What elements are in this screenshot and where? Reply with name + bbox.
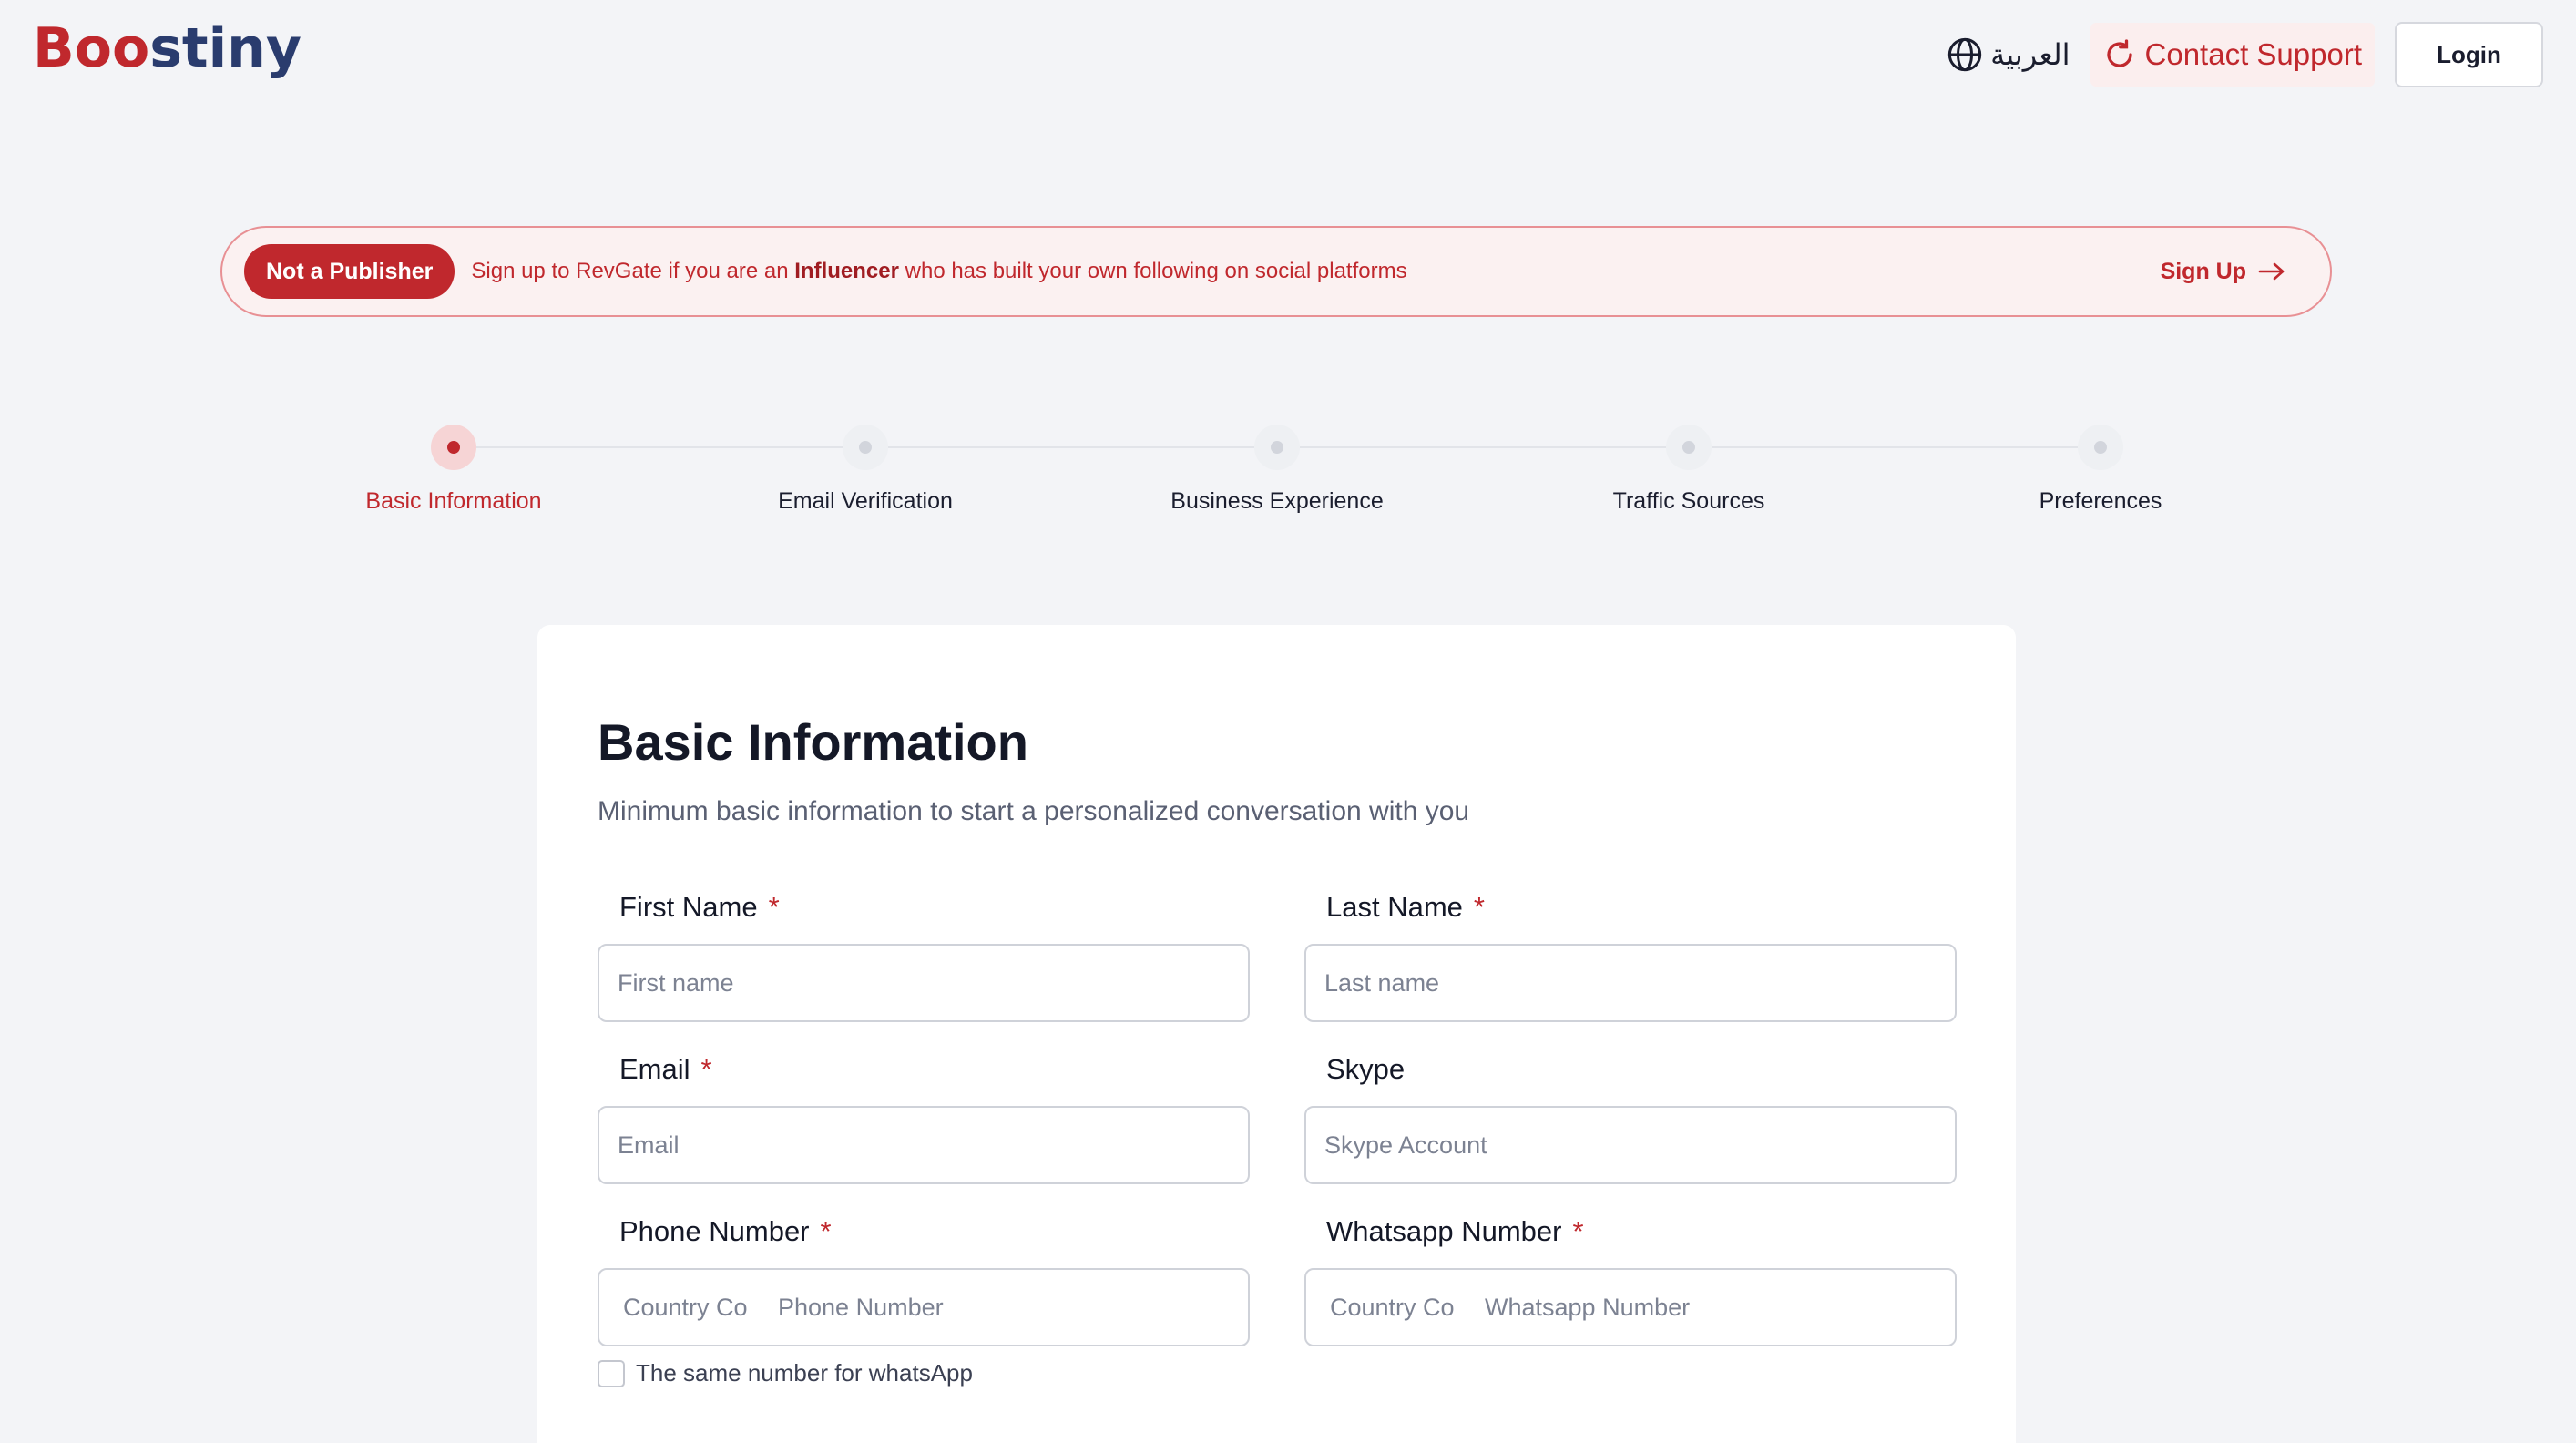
step-traffic-sources[interactable]: Traffic Sources (1552, 425, 1825, 515)
logo-mark: B (33, 16, 75, 80)
step-label: Preferences (2039, 488, 2162, 514)
banner-text-suffix: who has built your own following on soci… (898, 259, 1407, 283)
first-name-field: First Name * First name (598, 889, 1250, 1022)
step-dot (859, 441, 872, 454)
input-placeholder: First name (618, 968, 734, 997)
skype-input[interactable]: Skype Account (1304, 1106, 1957, 1184)
country-code-select[interactable]: Country Co (1324, 1294, 1485, 1322)
sign-up-link[interactable]: Sign Up (2161, 259, 2286, 285)
banner-message: Sign up to RevGate if you are an Influen… (471, 259, 2160, 284)
required-mark: * (700, 1053, 712, 1085)
whatsapp-number-input[interactable]: Country Co Whatsapp Number (1304, 1268, 1957, 1346)
field-label-text: Whatsapp Number (1326, 1215, 1562, 1247)
field-label-text: Email (619, 1053, 690, 1085)
phone-number-field: Phone Number * Country Co Phone Number (598, 1213, 1250, 1346)
email-field: Email * Email (598, 1051, 1250, 1184)
whatsapp-number-label: Whatsapp Number * (1326, 1213, 1957, 1250)
same-number-option[interactable]: The same number for whatsApp (598, 1359, 973, 1387)
input-placeholder: Email (618, 1131, 680, 1159)
input-placeholder: Phone Number (778, 1293, 944, 1321)
step-label: Email Verification (778, 488, 953, 514)
skype-field: Skype Skype Account (1304, 1051, 1957, 1184)
not-a-publisher-badge: Not a Publisher (244, 244, 455, 299)
step-label: Basic Information (365, 488, 542, 514)
required-mark: * (820, 1215, 832, 1247)
step-dot (2094, 441, 2107, 454)
input-placeholder: Skype Account (1324, 1131, 1487, 1159)
progress-stepper: Basic Information Email Verification Bus… (0, 425, 2576, 525)
logo-mark: oo (74, 16, 150, 80)
language-switcher[interactable]: العربية (1947, 36, 2070, 73)
last-name-field: Last Name * Last name (1304, 889, 1957, 1022)
step-dot (447, 441, 460, 454)
banner-text-bold: Influencer (794, 259, 899, 283)
step-indicator (1666, 425, 1712, 470)
input-placeholder: Last name (1324, 968, 1440, 997)
step-business-experience[interactable]: Business Experience (1140, 425, 1414, 515)
email-label: Email * (619, 1051, 1250, 1088)
step-indicator (843, 425, 888, 470)
step-label: Business Experience (1170, 488, 1384, 514)
language-label: العربية (1990, 38, 2070, 71)
field-label-text: Last Name (1326, 891, 1463, 923)
banner-text-prefix: Sign up to RevGate if you are an (471, 259, 795, 283)
phone-number-input[interactable]: Country Co Phone Number (598, 1268, 1250, 1346)
required-mark: * (1572, 1215, 1584, 1247)
form-title: Basic Information (598, 713, 1028, 771)
last-name-label: Last Name * (1326, 889, 1957, 926)
required-mark: * (768, 891, 780, 923)
login-button[interactable]: Login (2395, 22, 2543, 87)
input-placeholder: Whatsapp Number (1485, 1293, 1691, 1321)
contact-support-label: Contact Support (2144, 37, 2362, 71)
globe-icon (1947, 37, 1982, 72)
page: Boo stin y العربية Contact Support Login N… (0, 0, 2576, 1443)
required-mark: * (1473, 891, 1485, 923)
step-dot (1271, 441, 1283, 454)
last-name-input[interactable]: Last name (1304, 944, 1957, 1022)
basic-information-card: Basic Information Minimum basic informat… (537, 625, 2016, 1443)
logo-mark: stin (149, 16, 266, 80)
header-actions: العربية Contact Support Login (1947, 22, 2543, 87)
country-code-select[interactable]: Country Co (618, 1294, 778, 1322)
support-refresh-icon (2106, 39, 2132, 67)
field-label-text: First Name (619, 891, 758, 923)
arrow-right-icon (2258, 262, 2285, 281)
same-number-checkbox[interactable] (598, 1359, 625, 1387)
same-number-label: The same number for whatsApp (636, 1359, 973, 1387)
first-name-label: First Name * (619, 889, 1250, 926)
field-label-text: Skype (1326, 1053, 1406, 1085)
skype-label: Skype (1326, 1051, 1957, 1088)
step-preferences[interactable]: Preferences (1964, 425, 2237, 515)
phone-number-label: Phone Number * (619, 1213, 1250, 1250)
whatsapp-number-field: Whatsapp Number * Country Co Whatsapp Num… (1304, 1213, 1957, 1346)
step-indicator (1254, 425, 1300, 470)
contact-support-button[interactable]: Contact Support (2090, 23, 2375, 87)
step-label: Traffic Sources (1612, 488, 1765, 514)
step-email-verification[interactable]: Email Verification (729, 425, 1002, 515)
form-subtitle: Minimum basic information to start a per… (598, 796, 1470, 826)
influencer-banner: Not a Publisher Sign up to RevGate if yo… (220, 226, 2332, 317)
step-indicator (431, 425, 476, 470)
first-name-input[interactable]: First name (598, 944, 1250, 1022)
step-dot (1682, 441, 1695, 454)
email-input[interactable]: Email (598, 1106, 1250, 1184)
step-basic-information[interactable]: Basic Information (317, 425, 590, 515)
logo[interactable]: Boo stin y (33, 16, 302, 80)
sign-up-label: Sign Up (2160, 258, 2246, 284)
logo-mark: y (265, 16, 302, 80)
step-indicator (2078, 425, 2123, 470)
field-label-text: Phone Number (619, 1215, 810, 1247)
